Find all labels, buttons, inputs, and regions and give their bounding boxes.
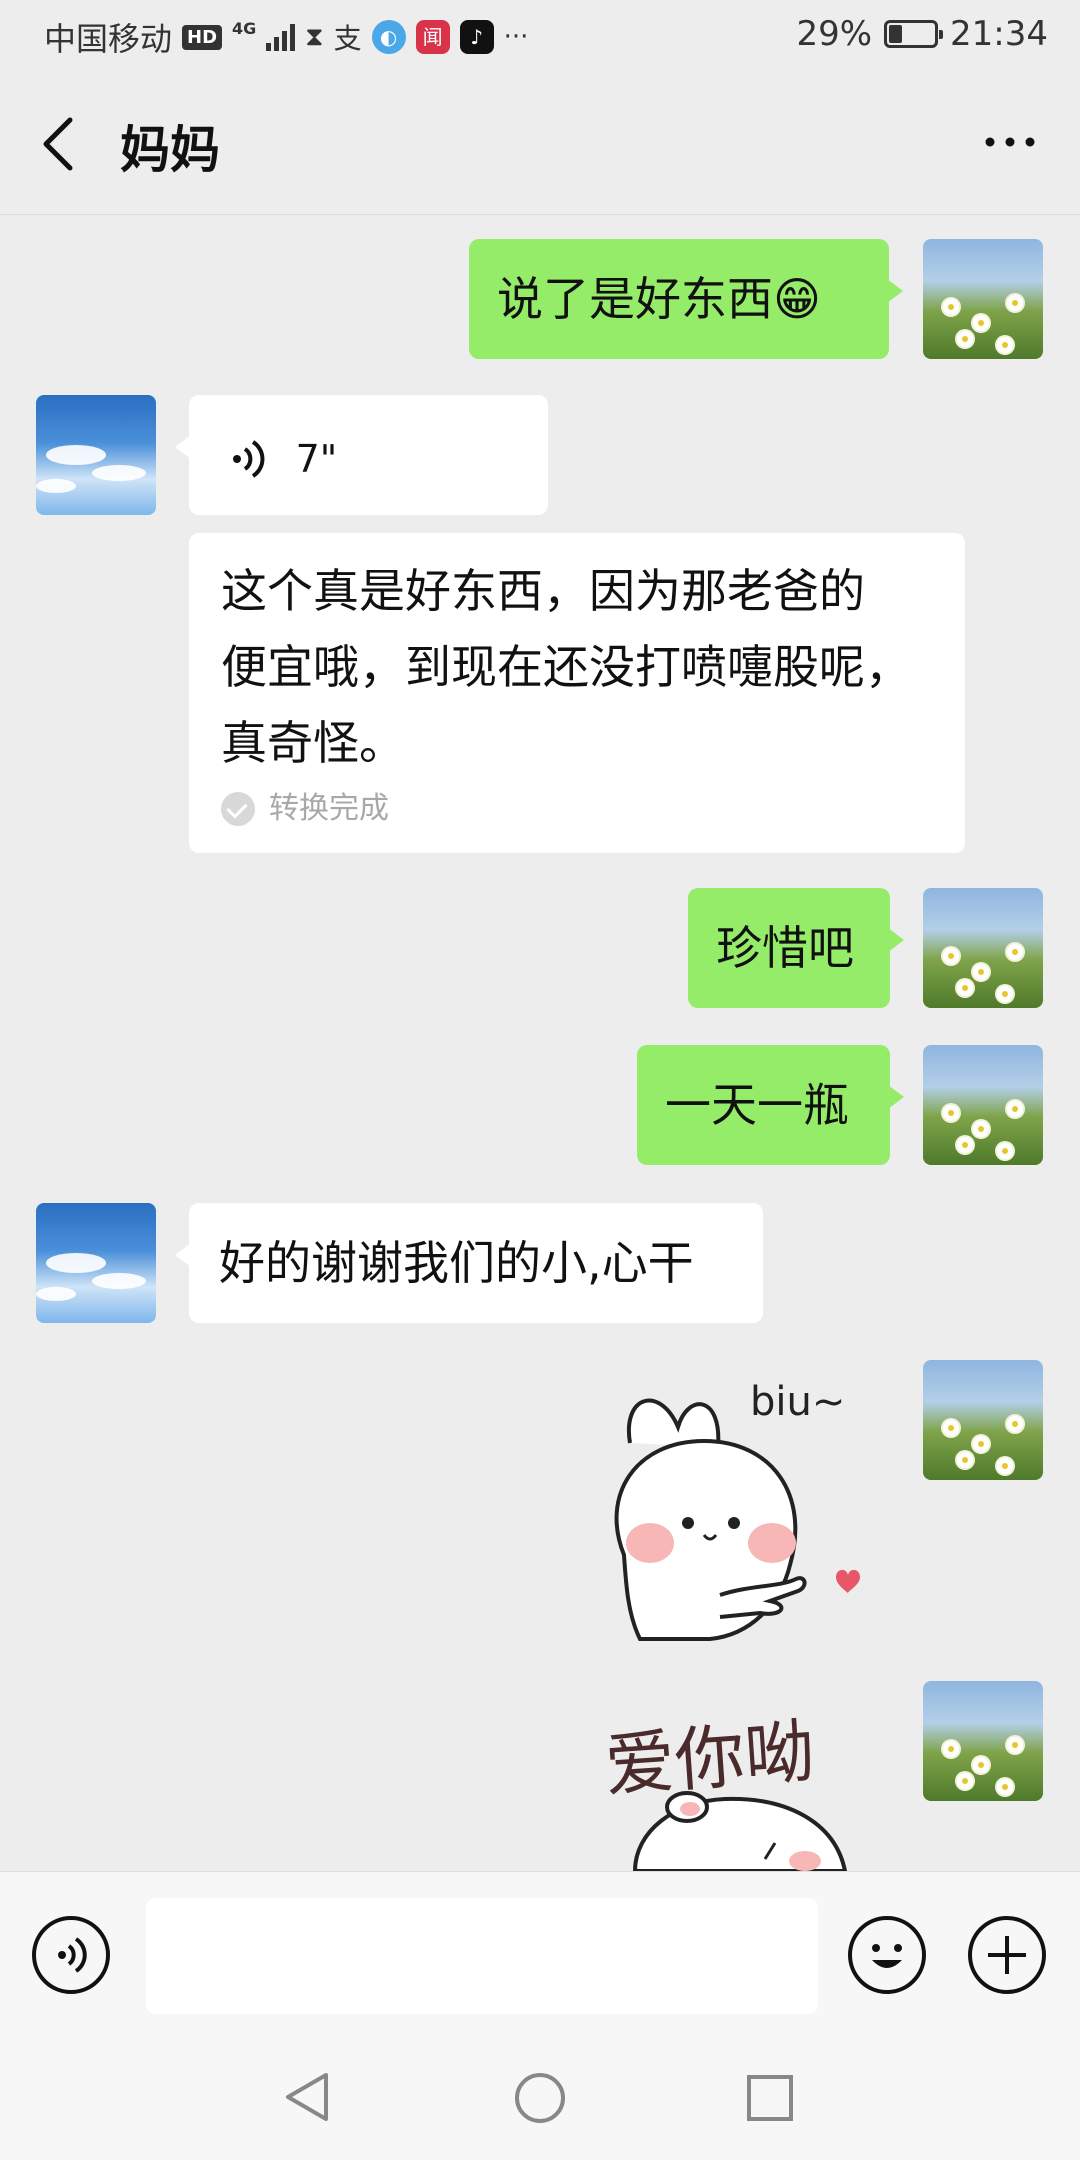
back-arrow-icon[interactable]	[38, 114, 78, 174]
message-text: 说了是好东西😁	[497, 272, 821, 326]
tiktok-icon: ♪	[459, 20, 494, 54]
message-bubble[interactable]: 一天一瓶	[637, 1045, 904, 1165]
transcription-line: 这个真是好东西，因为那老爸的	[221, 564, 865, 618]
check-circle-icon	[221, 792, 255, 826]
transcription-line: 便宜哦，到现在还没打喷嚏股呢，	[221, 640, 911, 694]
signal-icon	[266, 23, 296, 51]
smiley-icon	[872, 1944, 902, 1968]
love-you-sticker[interactable]: 爱你呦	[595, 1681, 885, 1871]
browser-icon: ◐	[371, 20, 406, 54]
message-text: 好的谢谢我们的小,心干	[219, 1236, 694, 1290]
message-text: 珍惜吧	[716, 921, 854, 975]
chat-title: 妈妈	[120, 121, 220, 179]
hd-icon: HD	[182, 24, 223, 50]
battery-percent: 29%	[796, 14, 873, 54]
contact-avatar[interactable]	[36, 1203, 156, 1323]
system-nav-bar	[0, 2031, 1080, 2160]
status-text: 转换完成	[269, 791, 389, 826]
bunny-sticker[interactable]: biu~	[600, 1355, 890, 1645]
contact-avatar[interactable]	[36, 395, 156, 515]
more-notifications-icon: ···	[503, 22, 529, 52]
more-functions-button[interactable]	[968, 1916, 1046, 1994]
transcription-box[interactable]: 这个真是好东西，因为那老爸的 便宜哦，到现在还没打喷嚏股呢， 真奇怪。 转换完成	[189, 533, 965, 853]
message-text: 一天一瓶	[665, 1078, 849, 1132]
back-triangle-icon[interactable]	[282, 2071, 332, 2123]
voice-message[interactable]: 7"	[175, 395, 548, 515]
message-list[interactable]: 说了是好东西😁 7" 这个真是好东西，因为那老爸的 便宜哦，到现在还没打喷嚏股呢…	[0, 215, 1080, 1871]
recents-square-icon[interactable]	[745, 2073, 795, 2123]
my-avatar[interactable]	[923, 888, 1043, 1008]
alipay-icon: 支	[333, 22, 362, 55]
voice-wave-icon	[58, 1937, 87, 1973]
my-avatar[interactable]	[923, 1045, 1043, 1165]
voice-input-button[interactable]	[32, 1916, 110, 1994]
plus-icon	[988, 1936, 1026, 1974]
sticker-caption: 爱你呦	[602, 1711, 817, 1807]
transcription-line: 真奇怪。	[221, 716, 405, 770]
battery-icon	[884, 20, 944, 48]
clock: 21:34	[950, 14, 1048, 54]
carrier-name: 中国移动	[44, 20, 173, 58]
hourglass-icon: ⧗	[305, 21, 324, 52]
message-bubble[interactable]: 说了是好东西😁	[469, 239, 903, 359]
voice-duration: 7"	[295, 436, 338, 481]
status-bar: 中国移动 HD 4G ⧗ 支 ◐ 闻 ♪ ··· 29% 21:34	[0, 0, 1080, 72]
transcription-status: 转换完成	[221, 791, 389, 827]
input-bar	[0, 1871, 1080, 2032]
my-avatar[interactable]	[923, 1360, 1043, 1480]
sticker-caption: biu~	[750, 1379, 845, 1425]
message-input[interactable]	[146, 1898, 818, 2014]
my-avatar[interactable]	[923, 1681, 1043, 1801]
news-app-icon: 闻	[415, 20, 450, 54]
network-type: 4G	[232, 19, 257, 38]
home-circle-icon[interactable]	[513, 2071, 567, 2125]
message-bubble[interactable]: 珍惜吧	[688, 888, 904, 1008]
more-dots-icon[interactable]	[980, 122, 1040, 162]
voice-wave-icon	[233, 439, 265, 478]
my-avatar[interactable]	[923, 239, 1043, 359]
message-bubble[interactable]: 好的谢谢我们的小,心干	[175, 1203, 763, 1323]
emoji-button[interactable]	[848, 1916, 926, 1994]
chat-header: 妈妈	[0, 72, 1080, 214]
